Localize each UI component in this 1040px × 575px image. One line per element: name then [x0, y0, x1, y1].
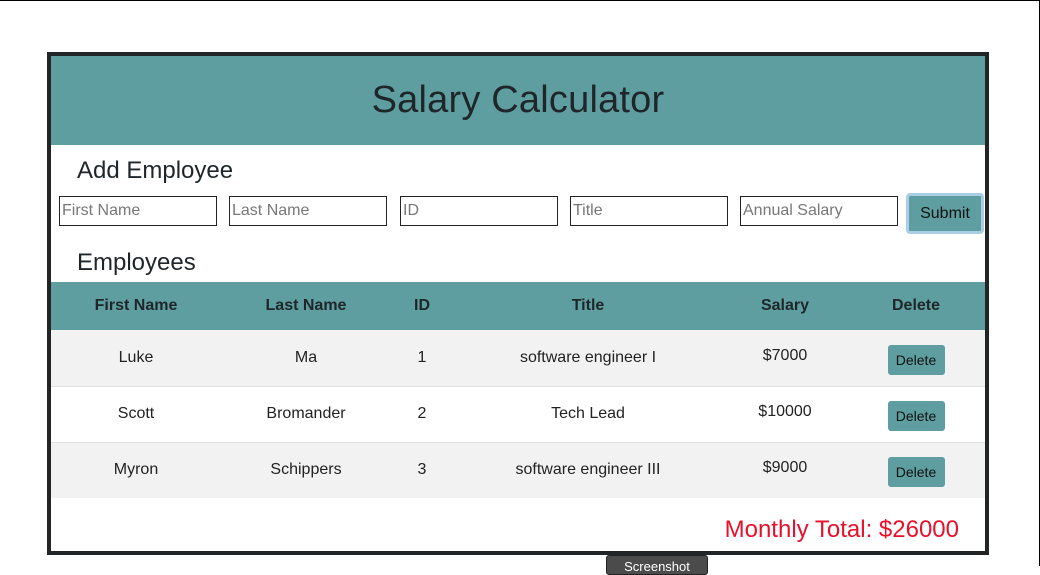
page-title: Salary Calculator [371, 79, 665, 121]
table-header-row: First Name Last Name ID Title Salary Del… [51, 282, 985, 330]
cell-last-name: Ma [294, 348, 318, 366]
cell-first-name: Myron [51, 441, 221, 498]
id-input[interactable] [400, 196, 558, 226]
cell-id: 1 [417, 348, 427, 366]
cell-delete: Delete [847, 385, 985, 442]
cell-title: Tech Lead [453, 385, 723, 442]
add-employee-form: Submit [59, 193, 985, 234]
column-header-salary: Salary [760, 297, 810, 314]
cell-salary: $9000 [723, 441, 847, 498]
column-header-last-name: Last Name [265, 297, 347, 314]
employees-heading: Employees [77, 249, 196, 276]
cell-title: software engineer I [519, 348, 657, 366]
column-header-id: ID [414, 297, 430, 314]
cell-delete: Delete [847, 441, 985, 498]
delete-button[interactable]: Delete [887, 457, 945, 488]
annual-salary-input[interactable] [740, 196, 898, 226]
employees-table: First Name Last Name ID Title Salary Del… [51, 282, 985, 498]
cell-first-name: Luke [118, 348, 154, 366]
monthly-total: Monthly Total: $26000 [724, 516, 959, 543]
title-input[interactable] [570, 196, 728, 226]
column-header-title: Title [571, 297, 605, 314]
cell-delete: Delete [847, 330, 985, 386]
delete-button[interactable]: Delete [887, 401, 945, 431]
submit-button[interactable]: Submit [906, 193, 984, 234]
cell-id: 3 [391, 441, 453, 498]
column-header-first-name: First Name [94, 297, 178, 314]
cell-id: 2 [391, 385, 453, 442]
cell-last-name: Bromander [221, 385, 391, 442]
screenshot-button[interactable]: Screenshot [606, 555, 708, 575]
table-row: Luke Ma 1 software engineer I $7000 Dele… [51, 330, 985, 386]
delete-button[interactable]: Delete [887, 344, 945, 375]
cell-last-name: Schippers [221, 441, 391, 498]
cell-salary: $7000 [762, 346, 808, 364]
last-name-input[interactable] [229, 196, 387, 226]
table-row: Myron Schippers 3 software engineer III … [51, 441, 985, 498]
table-row: Scott Bromander 2 Tech Lead $10000 Delet… [51, 385, 985, 442]
add-employee-heading: Add Employee [77, 157, 234, 184]
app-container: Salary Calculator Add Employee Submit Em… [47, 52, 989, 555]
cell-first-name: Scott [51, 385, 221, 442]
first-name-input[interactable] [59, 196, 217, 226]
header-banner: Salary Calculator [51, 56, 985, 145]
column-header-delete: Delete [891, 297, 941, 314]
cell-title: software engineer III [453, 441, 723, 498]
cell-salary: $10000 [723, 385, 847, 442]
